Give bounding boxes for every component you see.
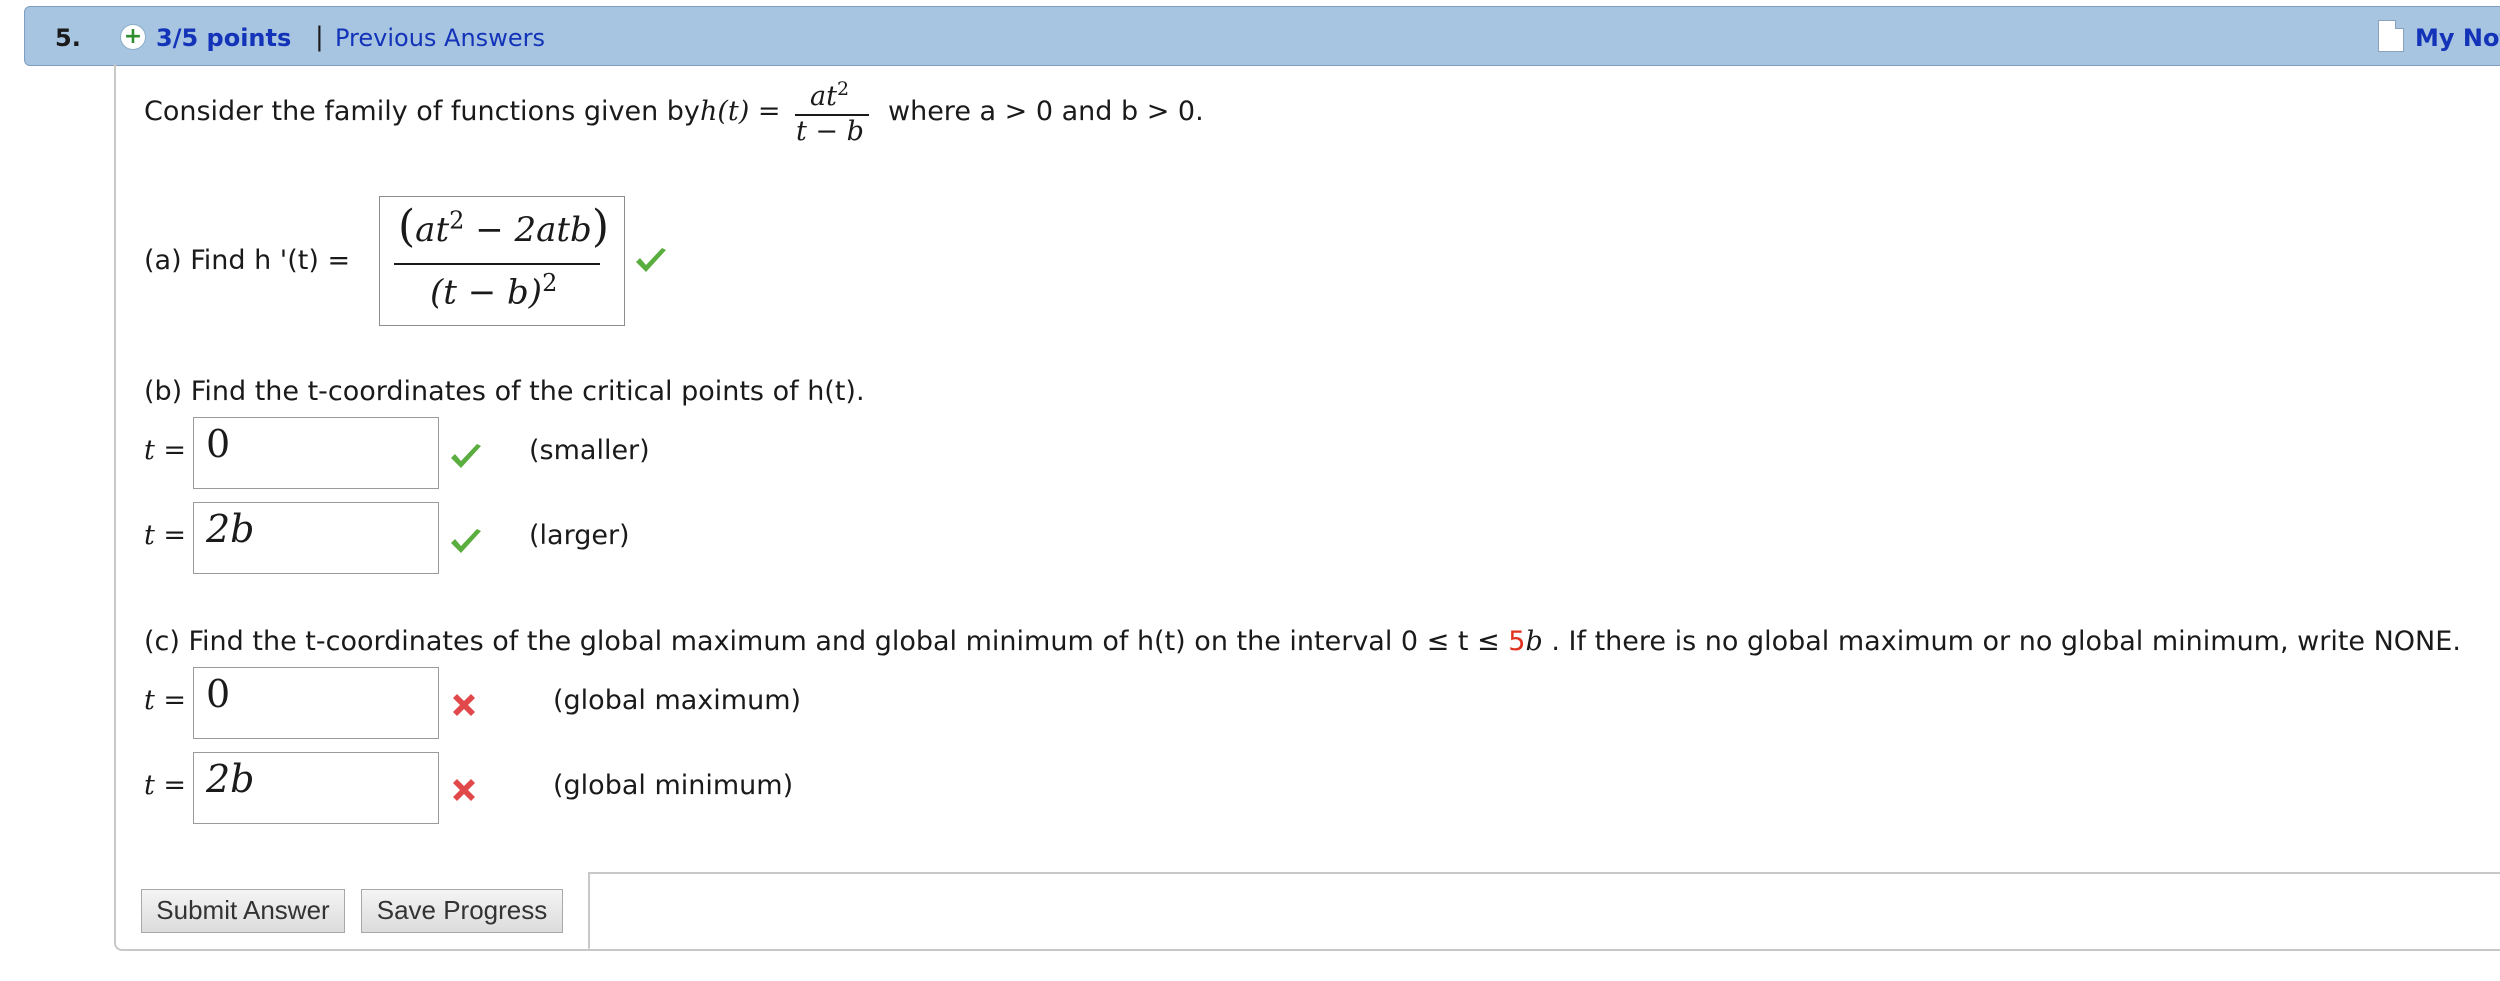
part-c-row2-note: (global minimum) bbox=[553, 770, 794, 801]
global-maximum-value: 0 bbox=[206, 672, 231, 716]
x-icon bbox=[453, 779, 475, 801]
x-icon bbox=[453, 694, 475, 716]
numerator-at: at bbox=[415, 210, 450, 250]
function-lhs: h(t) = bbox=[700, 96, 781, 127]
part-c-row1-note: (global maximum) bbox=[553, 685, 802, 716]
part-c-row1-label: t = bbox=[144, 685, 187, 716]
part-a-answer-denominator: (t − b)2 bbox=[430, 269, 557, 312]
my-notes-link[interactable]: My Notes bbox=[2415, 24, 2500, 52]
part-a-answer-numerator: (at2 − 2atb) bbox=[398, 201, 609, 252]
denominator-text: (t − b) bbox=[430, 272, 543, 313]
part-a-answer-fraction-bar bbox=[394, 263, 600, 265]
critical-point-smaller-value: 0 bbox=[206, 422, 231, 466]
submit-answer-button[interactable]: Submit Answer bbox=[141, 889, 345, 933]
numerator-open-paren: ( bbox=[398, 201, 416, 252]
panel-divider-vertical bbox=[588, 872, 590, 949]
intro-suffix: where a > 0 and b > 0. bbox=[888, 96, 1204, 127]
intro-prefix-text: Consider the family of functions given b… bbox=[144, 96, 700, 127]
part-b-row2-note: (larger) bbox=[529, 520, 630, 551]
part-b-row1-note: (smaller) bbox=[529, 435, 650, 466]
part-b-prompt: (b) Find the t-coordinates of the critic… bbox=[144, 376, 865, 407]
global-maximum-input[interactable]: 0 bbox=[193, 667, 439, 739]
part-c-row2-label: t = bbox=[144, 770, 187, 801]
question-number: 5. bbox=[55, 24, 81, 52]
numerator-exponent: 2 bbox=[836, 78, 850, 100]
function-denominator: t − b bbox=[796, 116, 864, 147]
numerator-exp: 2 bbox=[449, 206, 465, 235]
part-b-row2-label: t = bbox=[144, 520, 187, 551]
critical-point-larger-input[interactable]: 2b bbox=[193, 502, 439, 574]
expand-plus-icon[interactable]: + bbox=[120, 24, 146, 50]
problem-intro: Consider the family of functions given b… bbox=[144, 96, 700, 127]
part-c-prompt-suffix: . If there is no global maximum or no gl… bbox=[1551, 626, 2461, 657]
global-minimum-input[interactable]: 2b bbox=[193, 752, 439, 824]
interval-variable: b bbox=[1525, 626, 1543, 657]
note-document-icon[interactable] bbox=[2378, 20, 2404, 52]
panel-divider bbox=[588, 872, 2500, 874]
points-score: 3/5 points bbox=[156, 24, 292, 52]
global-minimum-value: 2b bbox=[206, 757, 255, 801]
question-header: 5. + 3/5 points | Previous Answers My No… bbox=[24, 6, 2500, 66]
check-icon bbox=[451, 444, 481, 468]
numerator-base: at bbox=[810, 81, 837, 112]
part-a-prompt: (a) Find h '(t) = bbox=[144, 245, 351, 276]
part-a-answer-box: (at2 − 2atb) (t − b)2 bbox=[379, 196, 625, 326]
function-numerator: at2 bbox=[810, 78, 849, 112]
critical-point-smaller-input[interactable]: 0 bbox=[193, 417, 439, 489]
part-c-prompt-prefix: (c) Find the t-coordinates of the global… bbox=[144, 626, 1500, 657]
numerator-rest: − 2atb bbox=[464, 210, 592, 250]
critical-point-larger-value: 2b bbox=[206, 507, 255, 551]
numerator-close-paren: ) bbox=[591, 201, 609, 252]
previous-answers-link[interactable]: Previous Answers bbox=[335, 24, 545, 52]
header-separator: | bbox=[315, 22, 324, 52]
check-icon bbox=[451, 529, 481, 553]
interval-coefficient: 5 bbox=[1508, 626, 1526, 657]
check-icon bbox=[636, 248, 666, 272]
denominator-exp: 2 bbox=[542, 269, 558, 297]
part-b-row1-label: t = bbox=[144, 435, 187, 466]
part-c-prompt: (c) Find the t-coordinates of the global… bbox=[144, 626, 2461, 657]
save-progress-button[interactable]: Save Progress bbox=[361, 889, 563, 933]
